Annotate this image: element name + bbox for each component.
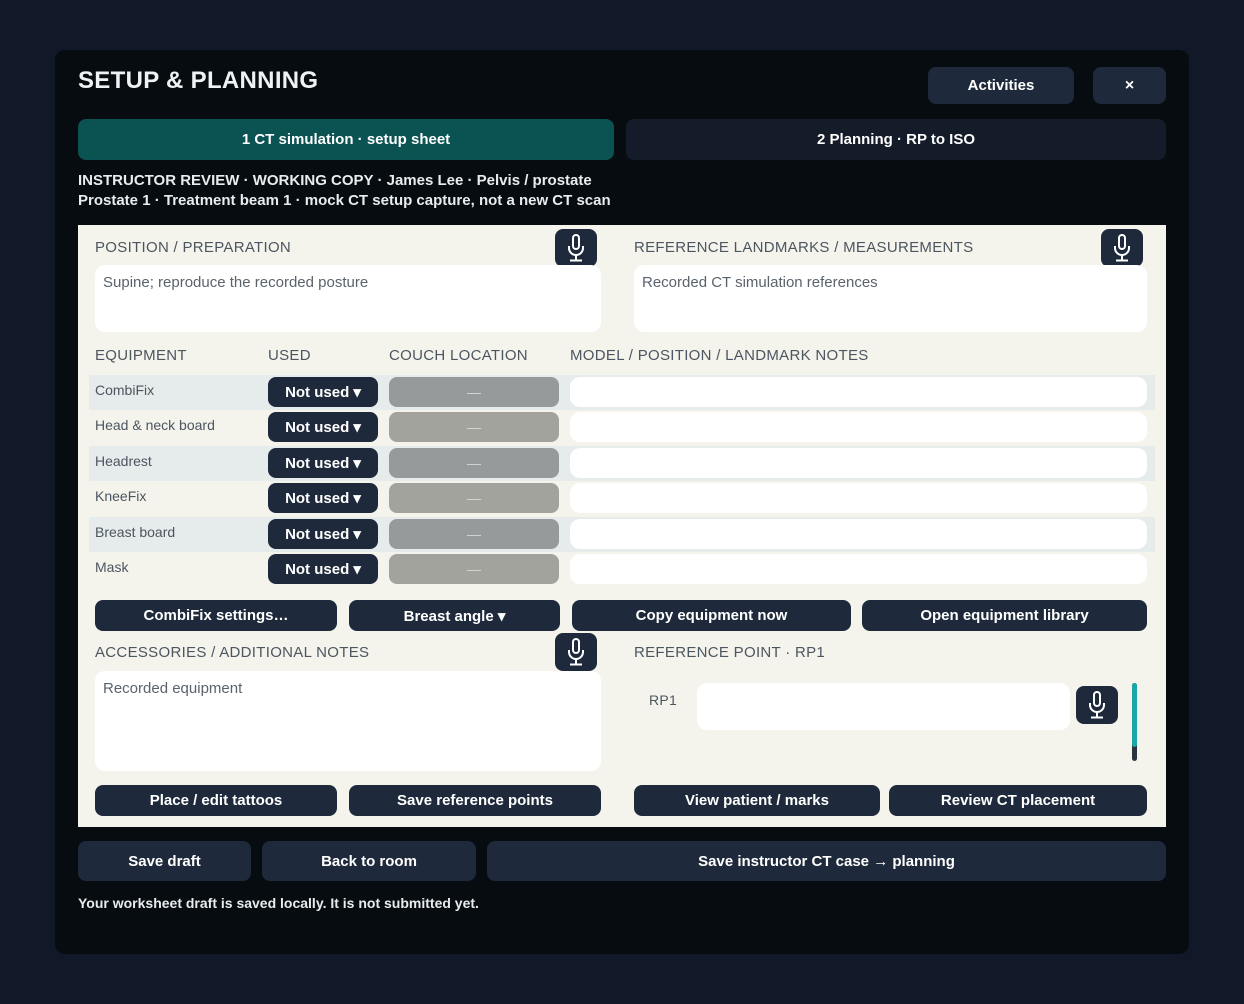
equipment-notes-input[interactable] [570, 412, 1147, 442]
couch-location-header: COUCH LOCATION [389, 347, 528, 364]
accessories-label: ACCESSORIES / ADDITIONAL NOTES [95, 644, 370, 661]
accessories-textarea[interactable]: Recorded equipment [95, 671, 601, 771]
setup-planning-panel: SETUP & PLANNING Activities × 1 CT simul… [55, 50, 1189, 954]
equipment-notes-input[interactable] [570, 483, 1147, 513]
landmarks-label: REFERENCE LANDMARKS / MEASUREMENTS [634, 239, 974, 256]
back-to-room-button[interactable]: Back to room [262, 841, 476, 881]
position-label: POSITION / PREPARATION [95, 239, 292, 256]
equipment-notes-input[interactable] [570, 448, 1147, 478]
review-line-2: Prostate 1 · Treatment beam 1 · mock CT … [78, 192, 611, 209]
breast-angle-dropdown[interactable]: Breast angle ▾ [349, 600, 560, 631]
activities-button[interactable]: Activities [928, 67, 1074, 104]
couch-location-select[interactable]: — [389, 554, 559, 584]
table-row: KneeFix Not used ▾ — [89, 481, 1155, 516]
equipment-name: Breast board [95, 524, 176, 540]
setup-sheet: POSITION / PREPARATION Supine; reproduce… [78, 225, 1166, 827]
landmarks-textarea[interactable]: Recorded CT simulation references [634, 265, 1147, 332]
equipment-name: KneeFix [95, 488, 147, 504]
tab-ct-simulation[interactable]: 1 CT simulation · setup sheet [78, 119, 614, 160]
equipment-notes-input[interactable] [570, 377, 1147, 407]
used-select[interactable]: Not used ▾ [268, 448, 378, 478]
couch-location-select[interactable]: — [389, 448, 559, 478]
position-dictate-button[interactable] [555, 229, 597, 267]
microphone-icon [1089, 691, 1105, 719]
used-select[interactable]: Not used ▾ [268, 412, 378, 442]
couch-location-select[interactable]: — [389, 412, 559, 442]
equipment-notes-input[interactable] [570, 519, 1147, 549]
equipment-notes-input[interactable] [570, 554, 1147, 584]
equipment-name: Head & neck board [95, 417, 215, 433]
combifix-settings-button[interactable]: CombiFix settings… [95, 600, 337, 631]
couch-location-select[interactable]: — [389, 377, 559, 407]
microphone-icon [1114, 234, 1130, 262]
equipment-name: Mask [95, 559, 129, 575]
equipment-name: Headrest [95, 453, 152, 469]
used-select[interactable]: Not used ▾ [268, 377, 378, 407]
table-row: Head & neck board Not used ▾ — [89, 410, 1155, 445]
equipment-name: CombiFix [95, 382, 155, 398]
couch-location-select[interactable]: — [389, 483, 559, 513]
page-title: SETUP & PLANNING [78, 67, 319, 94]
used-header: USED [268, 347, 311, 364]
landmarks-dictate-button[interactable] [1101, 229, 1143, 267]
table-row: Breast board Not used ▾ — [89, 517, 1155, 552]
rp1-label: RP1 [649, 692, 678, 708]
status-message: Your worksheet draft is saved locally. I… [78, 895, 479, 911]
rp1-input[interactable] [697, 683, 1070, 730]
view-patient-marks-button[interactable]: View patient / marks [634, 785, 880, 816]
couch-location-select[interactable]: — [389, 519, 559, 549]
equipment-header: EQUIPMENT [95, 347, 187, 364]
accessories-dictate-button[interactable] [555, 633, 597, 671]
close-button[interactable]: × [1093, 67, 1166, 104]
used-select[interactable]: Not used ▾ [268, 519, 378, 549]
notes-header: MODEL / POSITION / LANDMARK NOTES [570, 347, 869, 364]
rp1-dictate-button[interactable] [1076, 686, 1118, 724]
table-row: Headrest Not used ▾ — [89, 446, 1155, 481]
microphone-icon [568, 638, 584, 666]
table-row: Mask Not used ▾ — [89, 552, 1155, 587]
save-instructor-case-button[interactable]: Save instructor CT case → planning [487, 841, 1166, 881]
copy-equipment-button[interactable]: Copy equipment now [572, 600, 851, 631]
position-textarea[interactable]: Supine; reproduce the recorded posture [95, 265, 601, 332]
place-edit-tattoos-button[interactable]: Place / edit tattoos [95, 785, 337, 816]
tab-planning[interactable]: 2 Planning · RP to ISO [626, 119, 1166, 160]
reference-point-label: REFERENCE POINT · RP1 [634, 644, 826, 661]
save-draft-button[interactable]: Save draft [78, 841, 251, 881]
review-line-1: INSTRUCTOR REVIEW · WORKING COPY · James… [78, 172, 592, 189]
save-reference-points-button[interactable]: Save reference points [349, 785, 601, 816]
scrollbar-track[interactable] [1132, 683, 1137, 761]
review-info: INSTRUCTOR REVIEW · WORKING COPY · James… [78, 171, 611, 211]
scrollbar-thumb[interactable] [1132, 683, 1137, 747]
used-select[interactable]: Not used ▾ [268, 483, 378, 513]
microphone-icon [568, 234, 584, 262]
used-select[interactable]: Not used ▾ [268, 554, 378, 584]
open-equipment-library-button[interactable]: Open equipment library [862, 600, 1147, 631]
review-ct-placement-button[interactable]: Review CT placement [889, 785, 1147, 816]
table-row: CombiFix Not used ▾ — [89, 375, 1155, 410]
